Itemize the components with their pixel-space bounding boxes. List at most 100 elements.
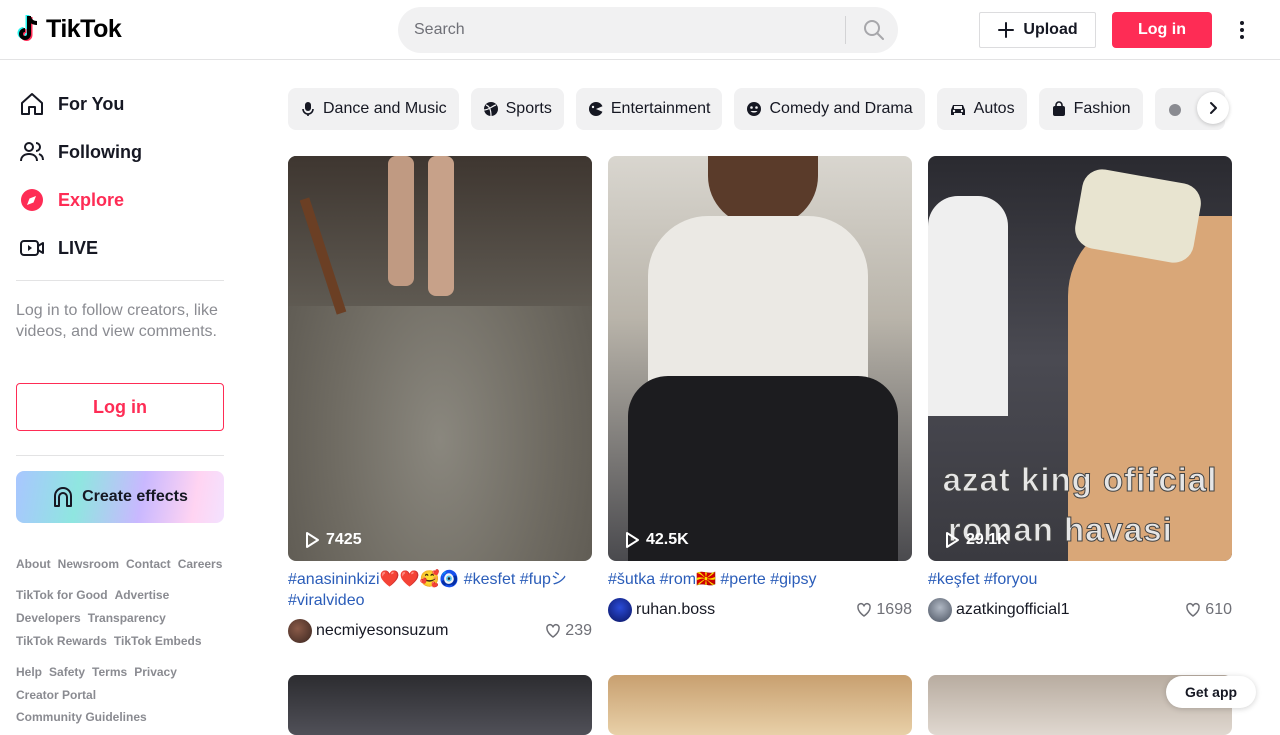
play-count-value: 7425 xyxy=(326,531,362,548)
category-label: Entertainment xyxy=(610,100,711,117)
category-label: Dance and Music xyxy=(323,100,447,117)
sidebar-item-live[interactable]: LIVE xyxy=(16,232,98,264)
footer-link[interactable]: Creator Portal xyxy=(16,688,96,702)
category-label: Comedy and Drama xyxy=(769,100,913,117)
play-count: 7425 xyxy=(304,531,362,549)
category-chip-sports[interactable]: Sports xyxy=(470,88,564,130)
footer-link[interactable]: About xyxy=(16,557,51,571)
create-effects-button[interactable]: Create effects xyxy=(16,471,224,523)
sidebar: For You Following Explore LIVE Log in to… xyxy=(0,61,240,724)
like-count: 239 xyxy=(545,622,592,640)
popcorn-icon xyxy=(588,102,603,116)
video-caption[interactable]: #keşfet #foryou xyxy=(928,569,1232,590)
more-menu-button[interactable] xyxy=(1230,18,1254,42)
category-chip-entertainment[interactable]: Entertainment xyxy=(575,88,723,130)
food-icon xyxy=(1168,104,1181,116)
avatar[interactable] xyxy=(288,619,312,643)
video-thumbnail[interactable] xyxy=(608,675,912,735)
video-thumbnail[interactable]: azat king ofifcial roman havasi 29.1K xyxy=(928,156,1232,561)
footer-link[interactable]: Community Guidelines xyxy=(16,710,147,724)
like-count: 1698 xyxy=(856,601,912,619)
username[interactable]: azatkingofficial1 xyxy=(956,601,1185,619)
footer-link[interactable]: Transparency xyxy=(88,611,166,625)
sidebar-item-label: Explore xyxy=(58,189,125,210)
heart-icon xyxy=(1186,602,1201,617)
mask-icon xyxy=(747,102,762,116)
sidebar-item-explore[interactable]: Explore xyxy=(16,184,124,216)
video-thumbnail[interactable]: 7425 xyxy=(288,156,592,561)
effects-icon xyxy=(54,487,73,507)
search-button[interactable] xyxy=(850,7,898,53)
footer-link[interactable]: Terms xyxy=(92,665,127,679)
like-count-value: 610 xyxy=(1205,601,1232,618)
upload-label: Upload xyxy=(1023,21,1078,38)
sidebar-item-label: Following xyxy=(58,141,142,162)
tiktok-note-icon xyxy=(17,15,38,41)
create-effects-label: Create effects xyxy=(82,488,188,505)
search-divider xyxy=(845,16,846,44)
footer-link[interactable]: Safety xyxy=(49,665,85,679)
username[interactable]: ruhan.boss xyxy=(636,601,856,619)
heart-icon xyxy=(546,623,561,638)
footer-link[interactable]: Contact xyxy=(126,557,171,571)
username[interactable]: necmiyesonsuzum xyxy=(316,622,545,640)
video-thumbnail[interactable]: 42.5K xyxy=(608,156,912,561)
search-bar xyxy=(398,7,898,53)
plus-icon xyxy=(998,22,1015,38)
search-icon xyxy=(864,20,884,40)
bag-icon xyxy=(1052,101,1065,116)
chevron-right-icon xyxy=(1210,102,1217,114)
avatar[interactable] xyxy=(608,598,632,622)
footer-link[interactable]: TikTok for Good xyxy=(16,588,108,602)
tiktok-logo[interactable]: TikTok xyxy=(16,14,122,44)
video-caption[interactable]: #šutka #rom🇲🇰 #perte #gipsy xyxy=(608,569,912,590)
play-count-value: 29.1K xyxy=(966,531,1009,548)
car-icon xyxy=(950,105,965,115)
category-label: Sports xyxy=(505,100,552,117)
video-meta: ruhan.boss 1698 xyxy=(608,598,912,622)
search-input[interactable] xyxy=(414,7,834,53)
footer-link[interactable]: Privacy xyxy=(134,665,177,679)
like-count: 610 xyxy=(1185,601,1232,619)
footer-links-row: Community Guidelines xyxy=(16,710,147,724)
get-app-button[interactable]: Get app xyxy=(1166,676,1256,708)
category-label: Fashion xyxy=(1073,100,1131,117)
header-login-button[interactable]: Log in xyxy=(1112,12,1212,48)
category-scroll-right-button[interactable] xyxy=(1197,92,1229,124)
sidebar-item-label: For You xyxy=(58,93,125,114)
category-chip-fashion[interactable]: Fashion xyxy=(1038,88,1143,130)
play-icon xyxy=(626,532,639,548)
login-prompt-text: Log in to follow creators, like videos, … xyxy=(16,302,218,340)
avatar[interactable] xyxy=(928,598,952,622)
compass-icon xyxy=(16,184,48,216)
logo-text: TikTok xyxy=(46,14,122,43)
sidebar-login-button[interactable]: Log in xyxy=(16,383,224,431)
sidebar-item-following[interactable]: Following xyxy=(16,136,142,168)
footer-link[interactable]: Help xyxy=(16,665,42,679)
footer-link[interactable]: Newsroom xyxy=(58,557,119,571)
ball-icon xyxy=(483,102,498,117)
category-chip-autos[interactable]: Autos xyxy=(936,88,1027,130)
like-count-value: 1698 xyxy=(876,601,912,618)
play-count-value: 42.5K xyxy=(646,531,689,548)
top-header: TikTok Upload Log in xyxy=(0,0,1280,60)
thumbnail-leg xyxy=(428,156,454,296)
video-caption[interactable]: #anasininkizi❤️❤️🥰🧿 #kesfet #fupシ #viral… xyxy=(288,569,592,611)
upload-button[interactable]: Upload xyxy=(979,12,1096,48)
sidebar-item-label: LIVE xyxy=(58,237,99,258)
footer-link[interactable]: TikTok Embeds xyxy=(114,634,202,648)
sidebar-item-for-you[interactable]: For You xyxy=(16,88,124,120)
like-count-value: 239 xyxy=(565,622,592,639)
footer-links-row: Developers Transparency xyxy=(16,611,166,625)
play-icon xyxy=(946,532,959,548)
footer-link[interactable]: Advertise xyxy=(115,588,170,602)
category-chip-dance-music[interactable]: Dance and Music xyxy=(288,88,459,130)
people-icon xyxy=(16,136,48,168)
category-chip-comedy-drama[interactable]: Comedy and Drama xyxy=(734,88,925,130)
footer-link[interactable]: Careers xyxy=(178,557,223,571)
footer-link[interactable]: Developers xyxy=(16,611,81,625)
footer-link[interactable]: TikTok Rewards xyxy=(16,634,107,648)
home-icon xyxy=(16,88,48,120)
category-bar: Dance and Music Sports Entertainment Com… xyxy=(288,88,1232,130)
video-thumbnail[interactable] xyxy=(288,675,592,735)
